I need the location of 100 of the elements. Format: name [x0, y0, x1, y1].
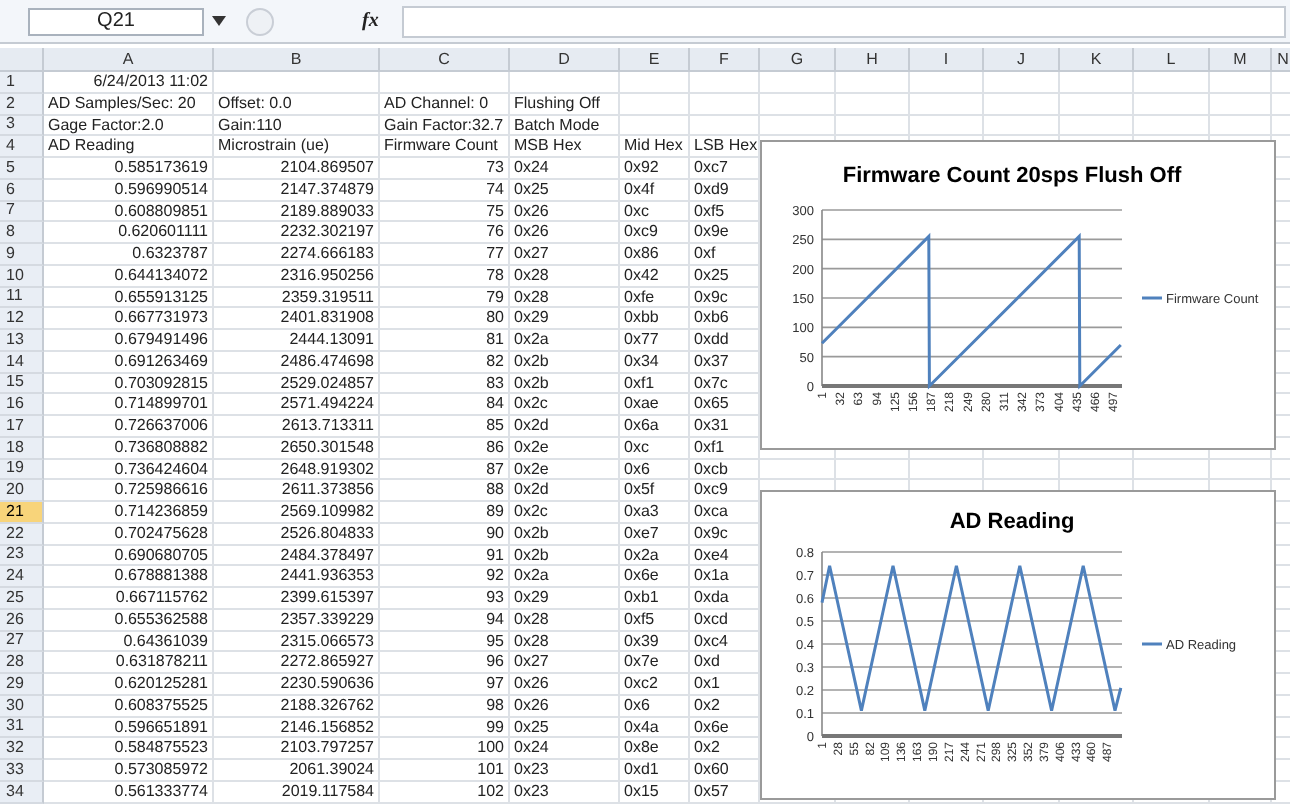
table-cell: 2401.831908 — [214, 308, 380, 330]
table-cell: 0.736808882 — [44, 437, 214, 459]
table-cell: 0x23 — [510, 760, 620, 782]
row-header[interactable]: 12 — [0, 308, 44, 330]
column-header[interactable]: E — [620, 48, 690, 72]
insert-function-button[interactable]: fx — [362, 10, 379, 32]
column-header[interactable]: J — [984, 48, 1060, 72]
table-cell: 0x28 — [510, 631, 620, 653]
table-cell: 84 — [380, 394, 510, 416]
table-cell: 2399.615397 — [214, 588, 380, 610]
row-header[interactable]: 5 — [0, 158, 44, 180]
row-header[interactable]: 6 — [0, 179, 44, 201]
table-cell: 0.667115762 — [44, 588, 214, 610]
column-header[interactable]: H — [836, 48, 910, 72]
row-header[interactable]: 13 — [0, 330, 44, 352]
row-header[interactable]: 16 — [0, 394, 44, 416]
column-header[interactable]: F — [690, 48, 760, 72]
table-cell: 0x86 — [620, 244, 690, 266]
table-cell: 2146.156852 — [214, 717, 380, 739]
column-header[interactable]: A — [44, 48, 214, 72]
row-header[interactable]: 17 — [0, 416, 44, 438]
table-cell: 0x92 — [620, 158, 690, 180]
row-header[interactable]: 18 — [0, 437, 44, 459]
table-cell: 0.714899701 — [44, 394, 214, 416]
column-header[interactable]: M — [1210, 48, 1272, 72]
table-cell: 0x6a — [620, 416, 690, 438]
empty-cell — [1060, 93, 1134, 115]
column-header[interactable]: K — [1060, 48, 1134, 72]
table-cell: 100 — [380, 738, 510, 760]
row-header[interactable]: 22 — [0, 523, 44, 545]
empty-cell — [620, 115, 690, 137]
row-header[interactable]: 2 — [0, 93, 44, 115]
table-cell: 0xc — [620, 201, 690, 223]
row-header[interactable]: 19 — [0, 459, 44, 481]
table-cell: 2147.374879 — [214, 179, 380, 201]
row-header[interactable]: 10 — [0, 265, 44, 287]
row-header[interactable]: 23 — [0, 545, 44, 567]
row-header[interactable]: 34 — [0, 781, 44, 803]
select-all-corner[interactable] — [0, 48, 44, 72]
table-cell: 2272.865927 — [214, 652, 380, 674]
table-cell: 98 — [380, 695, 510, 717]
table-cell: 0xe7 — [620, 523, 690, 545]
table-cell: 91 — [380, 545, 510, 567]
row-header[interactable]: 4 — [0, 136, 44, 158]
row-header[interactable]: 3 — [0, 115, 44, 137]
column-header[interactable]: N — [1272, 48, 1290, 72]
column-header[interactable]: I — [910, 48, 984, 72]
row-header[interactable]: 21 — [0, 502, 44, 524]
table-cell: 0.702475628 — [44, 523, 214, 545]
empty-cell — [510, 72, 620, 94]
column-header[interactable]: D — [510, 48, 620, 72]
table-cell: 0.703092815 — [44, 373, 214, 395]
table-cell: 0x2b — [510, 373, 620, 395]
row-header[interactable]: 11 — [0, 287, 44, 309]
row-header[interactable]: 27 — [0, 631, 44, 653]
row-header[interactable]: 26 — [0, 609, 44, 631]
table-cell: 0.679491496 — [44, 330, 214, 352]
caret-icon[interactable] — [212, 16, 226, 26]
column-header[interactable]: B — [214, 48, 380, 72]
row-header[interactable]: 32 — [0, 738, 44, 760]
table-cell: 0x2d — [510, 480, 620, 502]
name-box[interactable]: Q21 — [28, 7, 204, 35]
table-cell: 0x25 — [510, 717, 620, 739]
row-header[interactable]: 9 — [0, 244, 44, 266]
table-cell: 85 — [380, 416, 510, 438]
row-header[interactable]: 24 — [0, 566, 44, 588]
row-header[interactable]: 28 — [0, 652, 44, 674]
column-header[interactable]: G — [760, 48, 836, 72]
table-cell: 77 — [380, 244, 510, 266]
table-cell: 2571.494224 — [214, 394, 380, 416]
row-header[interactable]: 29 — [0, 674, 44, 696]
table-cell: 0x34 — [620, 351, 690, 373]
row-header[interactable]: 20 — [0, 480, 44, 502]
row-header[interactable]: 31 — [0, 717, 44, 739]
table-cell: 0x2b — [510, 523, 620, 545]
table-cell: Microstrain (ue) — [214, 136, 380, 158]
row-header[interactable]: 7 — [0, 201, 44, 223]
empty-cell — [836, 93, 910, 115]
formula-input[interactable] — [402, 5, 1286, 37]
row-header[interactable]: 8 — [0, 222, 44, 244]
row-header[interactable]: 1 — [0, 72, 44, 94]
table-cell: 2357.339229 — [214, 609, 380, 631]
row-header[interactable]: 15 — [0, 373, 44, 395]
row-header[interactable]: 33 — [0, 760, 44, 782]
table-cell: 0x8e — [620, 738, 690, 760]
column-header[interactable]: L — [1134, 48, 1210, 72]
column-header[interactable]: C — [380, 48, 510, 72]
circle-icon[interactable] — [246, 7, 274, 35]
row-header[interactable]: 30 — [0, 695, 44, 717]
empty-cell — [836, 115, 910, 137]
chart-title: Firmware Count 20sps Flush Off — [842, 164, 1182, 188]
table-cell: 0.655362588 — [44, 609, 214, 631]
row-header[interactable]: 14 — [0, 351, 44, 373]
row-header[interactable]: 25 — [0, 588, 44, 610]
empty-cell — [984, 93, 1060, 115]
table-cell: 0.678881388 — [44, 566, 214, 588]
table-cell: 82 — [380, 351, 510, 373]
table-cell: 93 — [380, 588, 510, 610]
table-cell: AD Samples/Sec: 20 — [44, 93, 214, 115]
table-cell: 0xb1 — [620, 588, 690, 610]
